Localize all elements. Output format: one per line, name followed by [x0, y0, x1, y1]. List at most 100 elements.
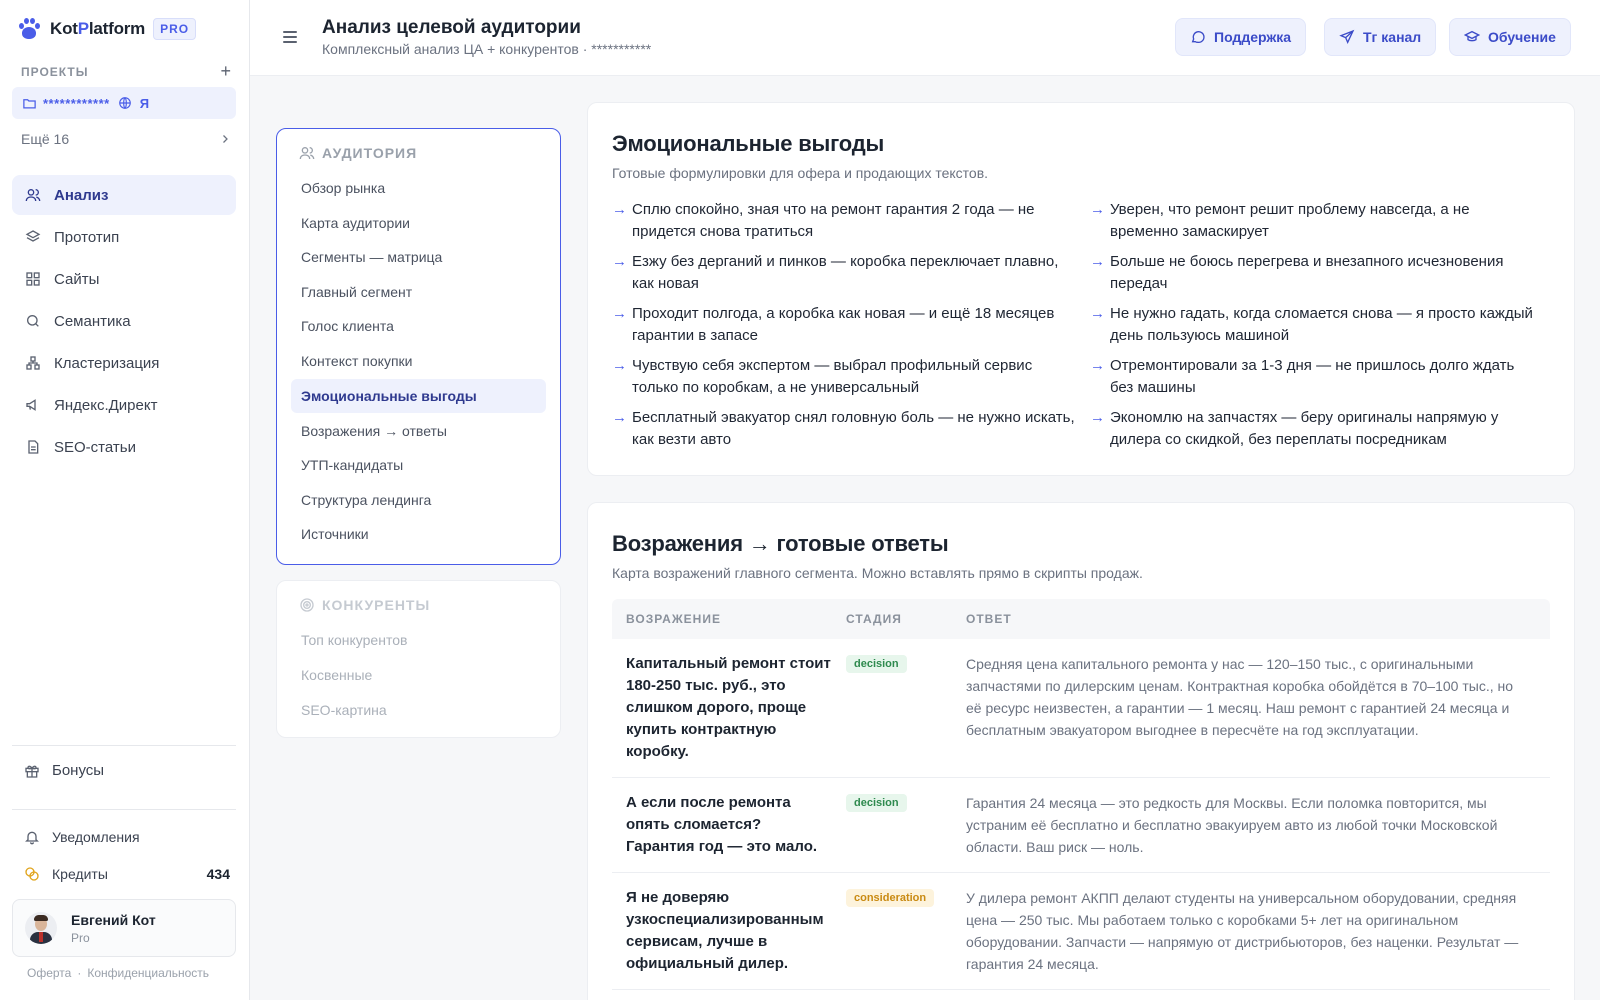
logo[interactable]: KotPlatform PRO — [18, 16, 197, 42]
sidebar-item-clustering[interactable]: Кластеризация — [12, 343, 236, 383]
benefit-item: → Уверен, что ремонт решит проблему навсе… — [1090, 199, 1552, 245]
arrow-right-icon: → — [612, 305, 627, 322]
user-card[interactable]: Евгений Кот Pro — [12, 899, 236, 957]
add-project-icon[interactable]: + — [220, 61, 231, 82]
toc-item-active[interactable]: Эмоциональные выгоды — [291, 379, 546, 413]
toc-item[interactable]: Голос клиента — [291, 309, 546, 343]
toc-item[interactable]: SEO-картина — [291, 693, 546, 727]
stage-badge: decision — [846, 655, 907, 673]
divider — [12, 745, 236, 746]
top-header: Анализ целевой аудитории Комплексный ана… — [250, 0, 1600, 76]
toc-item[interactable]: Топ конкурентов — [291, 623, 546, 657]
folder-icon — [23, 98, 36, 108]
audience-toc: АУДИТОРИЯ Обзор рынка Карта аудитории Се… — [276, 128, 561, 565]
column-header: СТАДИЯ — [846, 612, 902, 626]
bell-icon — [24, 829, 40, 845]
arrow-right-icon: → — [1090, 201, 1105, 218]
benefit-item: → Чувствую себя экспертом — выбрал профил… — [612, 355, 1090, 401]
table-row: Я не доверяю узкоспециализированным серв… — [612, 873, 1550, 990]
sidebar-item-label: Семантика — [54, 312, 131, 330]
more-projects[interactable]: Ещё 16 — [21, 131, 231, 147]
arrow-right-icon: → — [1090, 357, 1105, 374]
menu-icon[interactable] — [283, 31, 297, 46]
benefit-item: → Больше не боюсь перегрева и внезапного … — [1090, 251, 1552, 297]
sidebar-item-seo-articles[interactable]: SEO-статьи — [12, 427, 236, 467]
answer-cell: Гарантия 24 месяца — это редкость для Мо… — [966, 795, 1498, 855]
credits-row[interactable]: Кредиты 434 — [24, 866, 230, 882]
card-title: Возражения → готовые ответы — [612, 531, 949, 556]
page-title: Анализ целевой аудитории — [322, 17, 581, 38]
benefit-item: → Сплю спокойно, зная что на ремонт гаран… — [612, 199, 1090, 245]
grid-icon — [24, 270, 42, 288]
toc-item[interactable]: Главный сегмент — [291, 275, 546, 309]
credits-label: Кредиты — [52, 866, 108, 882]
arrow-right-icon: → — [1090, 253, 1105, 270]
globe-icon — [118, 97, 131, 109]
toc-item[interactable]: Источники — [291, 517, 546, 551]
sidebar-item-analysis[interactable]: Анализ — [12, 175, 236, 215]
support-button[interactable]: Поддержка — [1175, 18, 1307, 56]
benefit-item: → Отремонтировали за 1-3 дня — не пришлос… — [1090, 355, 1552, 401]
answer-cell: У дилера ремонт АКПП делают студенты на … — [966, 890, 1519, 972]
training-label: Обучение — [1488, 29, 1556, 45]
audience-toc-title: АУДИТОРИЯ — [299, 145, 417, 161]
benefit-item: → Бесплатный эвакуатор снял головную боль… — [612, 407, 1090, 453]
toc-item[interactable]: Сегменты — матрица — [291, 240, 546, 274]
user-name: Евгений Кот — [71, 911, 156, 928]
arrow-right-icon: → — [1090, 409, 1105, 426]
sidebar-item-label: SEO-статьи — [54, 438, 136, 456]
table-row: А если после ремонта опять сломается? Га… — [612, 778, 1550, 873]
sidebar-item-semantics[interactable]: Семантика — [12, 301, 236, 341]
benefits-list: → Сплю спокойно, зная что на ремонт гаран… — [612, 199, 1552, 453]
gift-icon — [24, 763, 40, 779]
toc-item[interactable]: Структура лендинга — [291, 483, 546, 517]
answer-cell: Средняя цена капитального ремонта у нас … — [966, 656, 1514, 738]
footer-links: Оферта · Конфиденциальность — [27, 966, 209, 980]
sidebar-item-sites[interactable]: Сайты — [12, 259, 236, 299]
table-row: Капитальный ремонт стоит 180-250 тыс. ру… — [612, 639, 1550, 778]
emotional-benefits-card: Эмоциональные выгоды Готовые формулировк… — [587, 102, 1575, 476]
notifications-label: Уведомления — [52, 829, 140, 845]
paw-logo-icon — [18, 18, 40, 40]
toc-item[interactable]: Контекст покупки — [291, 344, 546, 378]
card-title: Эмоциональные выгоды — [612, 131, 885, 156]
arrow-right-icon: → — [612, 409, 627, 426]
toc-item[interactable]: Обзор рынка — [291, 171, 546, 205]
bonus-link[interactable]: Бонусы — [24, 762, 104, 779]
sidebar-item-label: Сайты — [54, 270, 100, 288]
arrow-right-icon: → — [612, 357, 627, 374]
sidebar-item-yandex-direct[interactable]: Яндекс.Директ — [12, 385, 236, 425]
projects-label: ПРОЕКТЫ — [21, 64, 89, 79]
privacy-link[interactable]: Конфиденциальность — [87, 966, 209, 980]
user-plan: Pro — [71, 930, 90, 945]
separator: · — [77, 966, 82, 980]
sidebar: KotPlatform PRO ПРОЕКТЫ + ************ Я… — [0, 0, 250, 1000]
telegram-channel-button[interactable]: Тг канал — [1324, 18, 1437, 56]
arrow-right-icon: → — [612, 253, 627, 270]
training-button[interactable]: Обучение — [1449, 18, 1571, 56]
support-label: Поддержка — [1214, 29, 1292, 45]
toc-item[interactable]: Карта аудитории — [291, 206, 546, 240]
offer-link[interactable]: Оферта — [27, 966, 71, 980]
stage-badge: consideration — [846, 889, 935, 907]
megaphone-icon — [24, 396, 42, 414]
objection-cell: Капитальный ремонт стоит 180-250 тыс. ру… — [626, 655, 831, 760]
arrow-right-icon: → — [1090, 305, 1105, 322]
current-project[interactable]: ************ Я — [12, 87, 236, 119]
competitors-toc-title: КОНКУРЕНТЫ — [299, 597, 430, 613]
telegram-icon — [1339, 29, 1355, 44]
telegram-label: Тг канал — [1363, 29, 1422, 45]
sidebar-item-label: Кластеризация — [54, 354, 160, 372]
toc-item[interactable]: Возражения → ответы — [291, 414, 546, 448]
document-icon — [24, 438, 42, 456]
toc-item[interactable]: Косвенные — [291, 658, 546, 692]
sidebar-item-prototype[interactable]: Прототип — [12, 217, 236, 257]
column-header: ОТВЕТ — [966, 612, 1012, 626]
stage-badge: decision — [846, 794, 907, 812]
users-icon — [299, 147, 315, 160]
project-name: ************ — [43, 95, 110, 111]
notifications-link[interactable]: Уведомления — [24, 829, 140, 845]
toc-item[interactable]: УТП-кандидаты — [291, 448, 546, 482]
sidebar-item-label: Анализ — [54, 186, 109, 204]
objections-table: ВОЗРАЖЕНИЕ СТАДИЯ ОТВЕТ Капитальный ремо… — [612, 599, 1550, 990]
